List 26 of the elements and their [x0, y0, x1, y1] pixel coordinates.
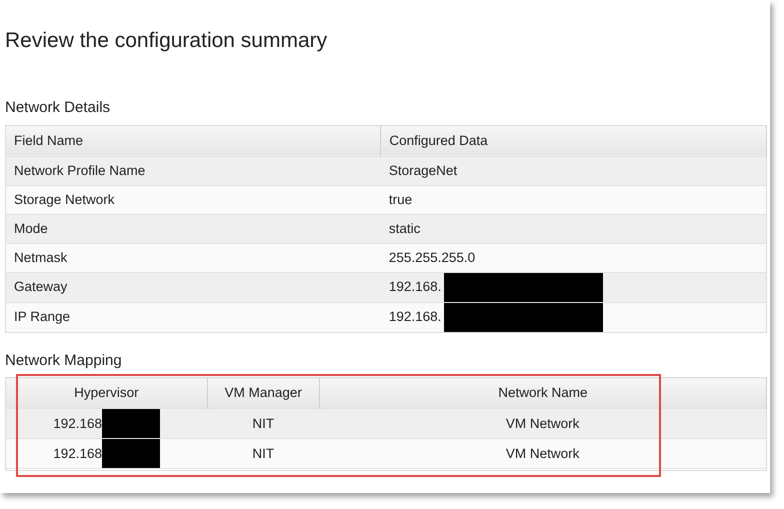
page-title: Review the configuration summary	[5, 28, 328, 54]
table-cell: Gateway	[6, 272, 381, 302]
table-cell: Netmask	[6, 243, 381, 272]
table-cell-text: 192.168.	[388, 278, 442, 296]
table-cell: Storage Network	[6, 185, 381, 214]
table-cell: IP Range	[6, 302, 381, 332]
section-heading: Network Details	[5, 98, 112, 118]
table-cell: static	[380, 214, 766, 244]
table-cell: StorageNet	[380, 156, 766, 186]
table-cell-text: 192.168	[53, 444, 102, 463]
column-header: Field Name	[6, 125, 381, 156]
table-cell: NIT	[207, 438, 320, 469]
column-header: Configured Data	[380, 125, 766, 156]
table-cell: VM Network	[319, 438, 766, 469]
table-cell: VM Network	[319, 408, 766, 439]
column-header: Network Name	[319, 378, 766, 409]
section-heading: Network Mapping	[5, 350, 123, 371]
column-header: Hypervisor	[6, 378, 208, 409]
column-header: VM Manager	[207, 378, 320, 409]
table-cell-text: 192.168.	[388, 308, 442, 326]
table-cell: Network Profile Name	[6, 156, 381, 186]
table-cell: 255.255.255.0	[380, 243, 766, 272]
table-cell: Mode	[6, 214, 381, 244]
table-cell-text: 192.168	[53, 414, 102, 433]
table-cell: true	[380, 185, 766, 214]
table-cell: NIT	[207, 408, 320, 439]
